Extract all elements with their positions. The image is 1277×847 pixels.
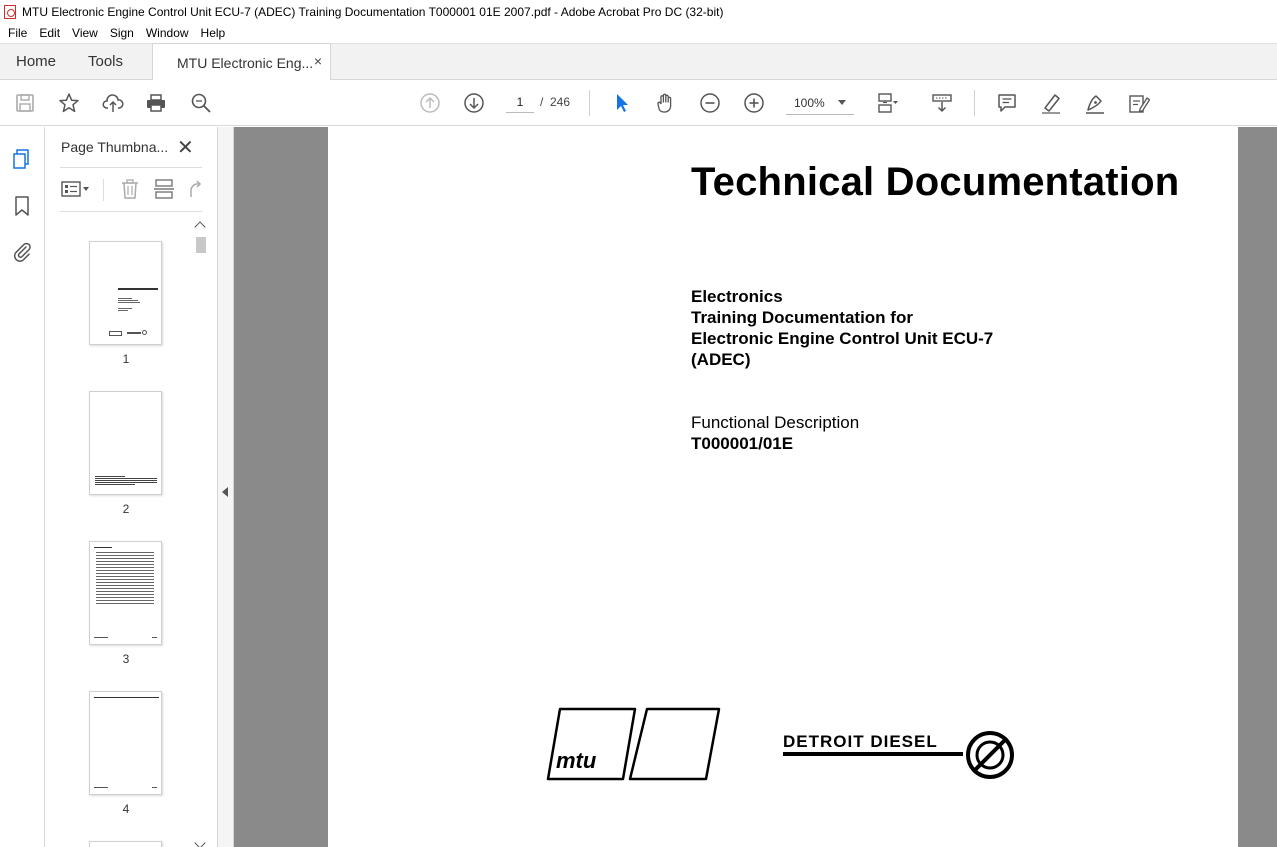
bookmark-icon[interactable] — [10, 194, 34, 218]
page-thumbnail-label: 1 — [122, 352, 130, 366]
scroll-mode-icon[interactable] — [930, 91, 954, 115]
menu-bar: File Edit View Sign Window Help — [0, 23, 1277, 43]
zoom-value: 100% — [794, 95, 825, 110]
fit-page-icon[interactable] — [875, 91, 899, 115]
hand-icon[interactable] — [654, 91, 678, 115]
document-heading-line: Electronic Engine Control Unit ECU-7 — [691, 329, 994, 348]
document-viewport[interactable]: Technical Documentation Electronics Trai… — [234, 127, 1277, 847]
upload-icon[interactable] — [101, 91, 125, 115]
document-number: T000001/01E — [691, 434, 794, 453]
panel-splitter[interactable] — [217, 127, 234, 847]
search-icon[interactable] — [189, 91, 213, 115]
pdf-page: Technical Documentation Electronics Trai… — [328, 127, 1238, 847]
tab-tools[interactable]: Tools — [88, 44, 123, 80]
rotate-page-icon[interactable] — [187, 177, 203, 201]
tab-bar: Home Tools MTU Electronic Eng... × — [0, 43, 1277, 81]
menu-window[interactable]: Window — [140, 26, 195, 40]
page-thumbnail-1[interactable] — [89, 241, 162, 345]
page-thumbnail-label: 2 — [122, 502, 130, 516]
page-down-icon[interactable] — [462, 91, 486, 115]
thumbnail-options-icon[interactable] — [61, 177, 91, 201]
delete-page-icon[interactable] — [120, 177, 140, 201]
thumbnail-scrollbar[interactable] — [193, 220, 207, 847]
document-heading-line: (ADEC) — [691, 350, 751, 369]
panel-divider — [60, 167, 202, 168]
scrollbar-thumb[interactable] — [196, 237, 206, 253]
menu-help[interactable]: Help — [195, 26, 232, 40]
page-thumbnails-icon[interactable] — [10, 147, 34, 171]
tab-home[interactable]: Home — [16, 44, 56, 80]
tab-document-label: MTU Electronic Eng... — [177, 54, 314, 71]
print-icon[interactable] — [144, 91, 168, 115]
page-total: 246 — [550, 95, 571, 109]
zoom-out-icon[interactable] — [698, 91, 722, 115]
page-thumbnail-label: 3 — [122, 652, 130, 666]
highlight-icon[interactable] — [1039, 91, 1063, 115]
page-separator: / — [540, 95, 544, 109]
collapse-panel-icon[interactable] — [222, 487, 228, 497]
detroit-diesel-logo-text: DETROIT DIESEL — [783, 732, 938, 751]
page-thumbnail-4[interactable] — [89, 691, 162, 795]
close-tab-icon[interactable]: × — [314, 53, 322, 69]
menu-view[interactable]: View — [66, 26, 104, 40]
mtu-logo-text: mtu — [556, 748, 597, 773]
select-cursor-icon[interactable] — [610, 91, 634, 115]
menu-file[interactable]: File — [2, 26, 33, 40]
tab-document[interactable]: MTU Electronic Eng... × — [152, 43, 331, 81]
insert-page-icon[interactable] — [153, 177, 175, 201]
panel-tool-separator — [103, 179, 104, 201]
page-thumbnail-label: 4 — [122, 802, 130, 816]
document-subtitle: Functional Description — [691, 413, 860, 432]
left-rail — [0, 127, 45, 847]
panel-title: Page Thumbna... — [61, 139, 169, 155]
comment-icon[interactable] — [995, 91, 1019, 115]
acrobat-app-icon — [4, 4, 16, 19]
page-thumbnail-5[interactable] — [89, 841, 162, 847]
sign-icon[interactable] — [1083, 91, 1107, 115]
menu-edit[interactable]: Edit — [33, 26, 66, 40]
thumbnail-panel: Page Thumbna... ✕ 1 2 3 4 — [45, 127, 217, 847]
attachment-icon[interactable] — [10, 239, 34, 263]
zoom-select[interactable]: 100% — [786, 91, 854, 115]
mtu-logo: mtu — [546, 707, 721, 781]
page-thumbnail-2[interactable] — [89, 391, 162, 495]
document-heading-line: Training Documentation for — [691, 308, 913, 327]
save-icon[interactable] — [13, 91, 37, 115]
toolbar-separator — [974, 90, 975, 116]
star-icon[interactable] — [57, 91, 81, 115]
window-title: MTU Electronic Engine Control Unit ECU-7… — [22, 4, 724, 19]
page-thumbnail-3[interactable] — [89, 541, 162, 645]
menu-sign[interactable]: Sign — [104, 26, 140, 40]
page-up-icon[interactable] — [418, 91, 442, 115]
edit-icon[interactable] — [1127, 91, 1151, 115]
close-panel-icon[interactable]: ✕ — [177, 135, 194, 160]
page-number-input[interactable] — [506, 91, 534, 113]
document-heading-line: Electronics — [691, 287, 783, 306]
zoom-in-icon[interactable] — [742, 91, 766, 115]
title-bar: MTU Electronic Engine Control Unit ECU-7… — [0, 0, 1277, 23]
chevron-down-icon — [838, 100, 846, 105]
panel-divider — [60, 211, 202, 212]
document-title: Technical Documentation — [691, 160, 1180, 204]
detroit-diesel-logo: DETROIT DIESEL — [783, 731, 1014, 779]
toolbar-separator — [589, 90, 590, 116]
